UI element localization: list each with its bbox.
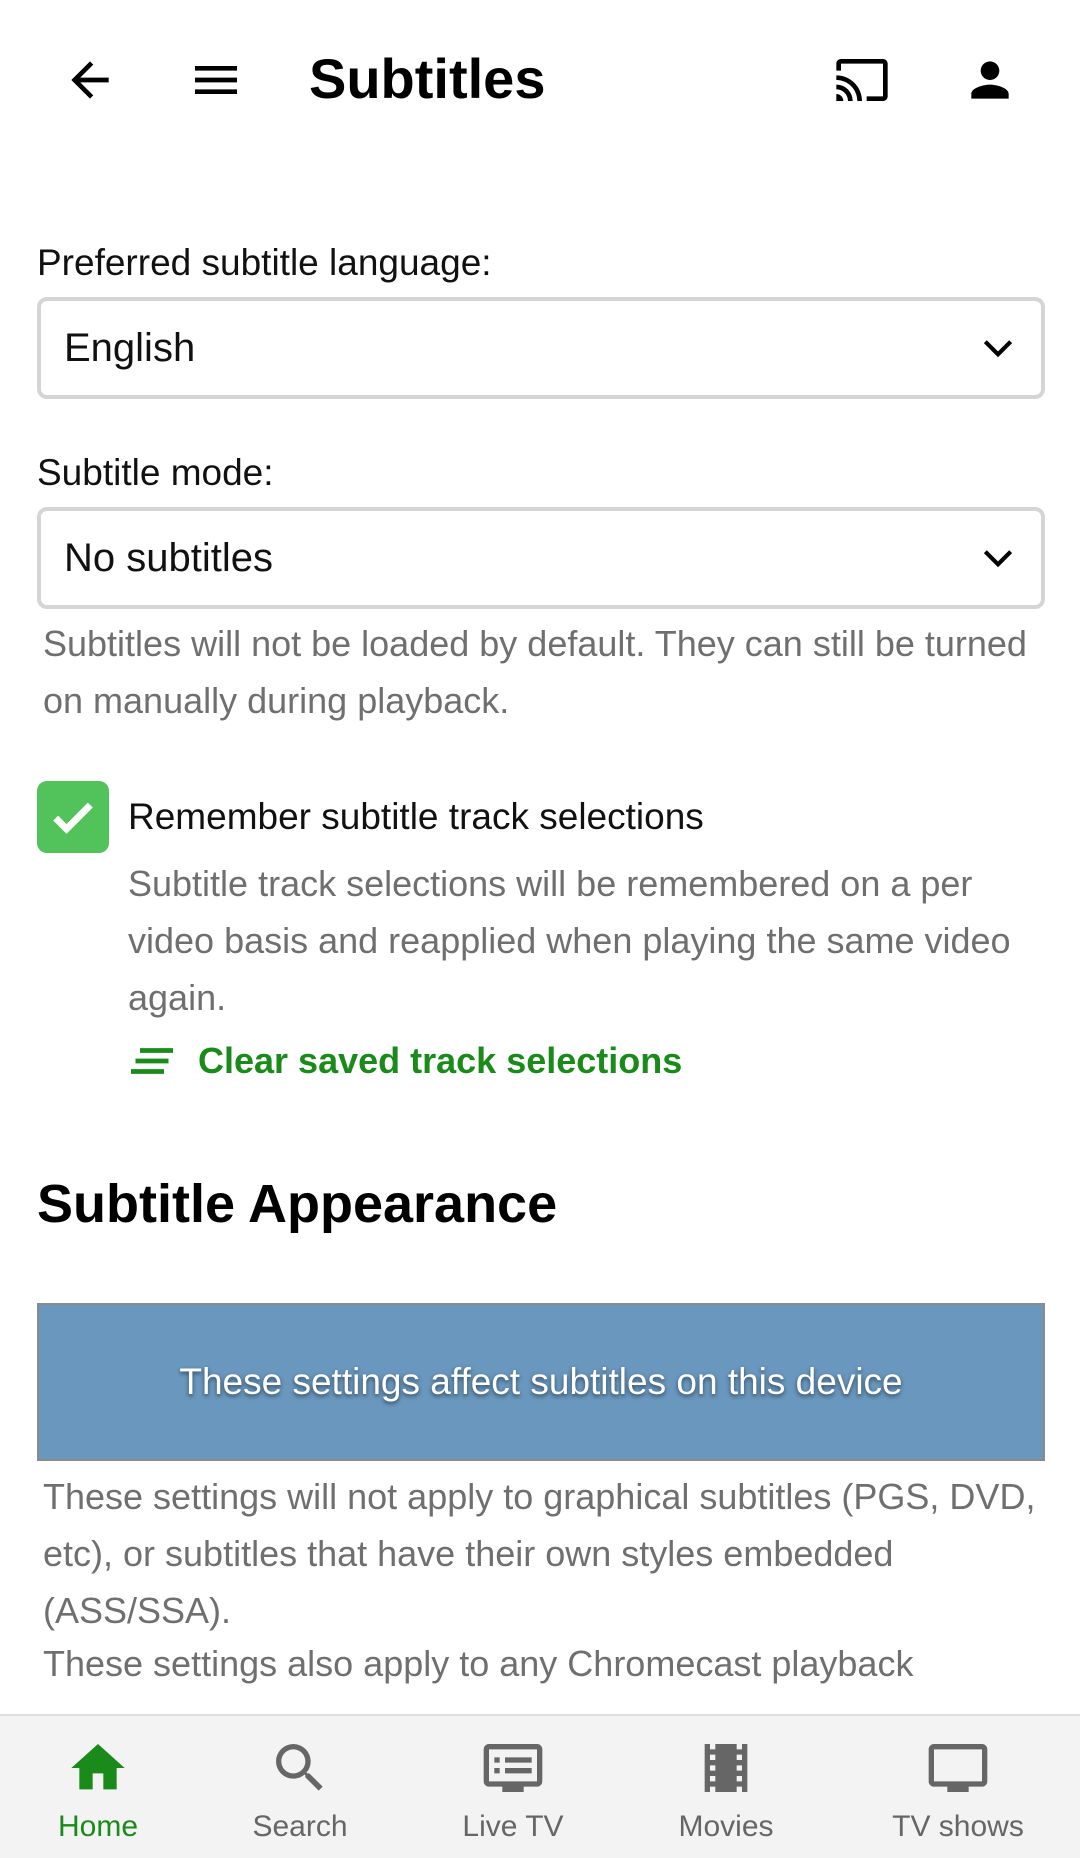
mode-label: Subtitle mode: [37,452,274,493]
subtitle-preview-text: These settings affect subtitles on this … [179,1361,903,1402]
clear-track-selections-label: Clear saved track selections [198,1040,683,1081]
nav-tv-shows-label: TV shows [892,1810,1024,1843]
subtitle-appearance-heading: Subtitle Appearance [37,1174,558,1234]
language-select[interactable]: English [37,297,1045,399]
remember-track-body: Remember subtitle track selections Subti… [128,781,1038,1084]
chromecast-note: These settings also apply to any Chromec… [43,1643,914,1684]
checkmark-icon [53,802,93,834]
nav-movies-label: Movies [678,1810,774,1843]
chevron-down-icon [979,329,1017,367]
nav-search-label: Search [252,1810,348,1843]
movies-icon [704,1744,748,1792]
language-select-value: English [64,325,196,370]
language-label: Preferred subtitle language: [37,242,492,283]
remember-track-checkbox[interactable] [37,781,109,853]
back-arrow-icon[interactable] [50,40,130,120]
appearance-note: These settings will not apply to graphic… [43,1476,1036,1631]
nav-live-tv[interactable]: Live TV [413,1716,613,1858]
chevron-down-icon [979,539,1017,577]
nav-home[interactable]: Home [0,1716,198,1858]
mode-help-text: Subtitles will not be loaded by default.… [43,623,1027,721]
nav-tv-shows[interactable]: TV shows [858,1716,1058,1858]
account-icon[interactable] [950,40,1030,120]
clear-track-selections-button[interactable]: Clear saved track selections [128,1038,1038,1084]
tv-icon [928,1744,988,1792]
nav-live-tv-label: Live TV [462,1810,564,1843]
nav-home-label: Home [57,1810,139,1843]
app-root: Subtitles Preferred subtitle language: E… [0,0,1080,1858]
app-header: Subtitles [0,0,1080,158]
remember-track-description: Subtitle track selections will be rememb… [128,863,1011,1018]
remember-track-label[interactable]: Remember subtitle track selections [128,794,1038,840]
bottom-navigation: Home Search Live TV Movies TV shows [0,1714,1080,1858]
subtitle-preview-banner: These settings affect subtitles on this … [37,1303,1045,1461]
home-icon [71,1744,125,1790]
search-icon [276,1744,323,1791]
live-tv-icon [483,1744,543,1792]
cast-icon[interactable] [822,40,902,120]
settings-content: Preferred subtitle language: English Sub… [37,240,1045,1692]
mode-select[interactable]: No subtitles [37,507,1045,609]
mode-select-value: No subtitles [64,535,273,580]
nav-movies[interactable]: Movies [626,1716,826,1858]
menu-icon[interactable] [176,40,256,120]
nav-search[interactable]: Search [200,1716,400,1858]
clear-all-icon [131,1048,173,1074]
remember-track-row: Remember subtitle track selections Subti… [37,781,1045,1084]
page-title: Subtitles [309,47,546,110]
